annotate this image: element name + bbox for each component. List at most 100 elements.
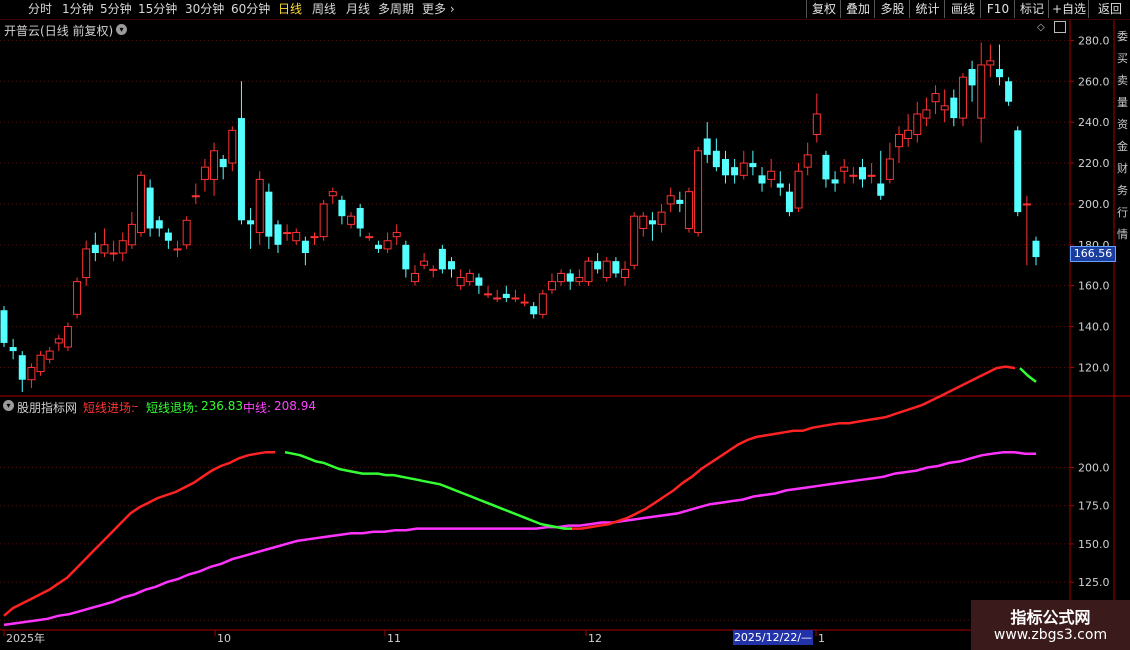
toolbar-button-4[interactable]: 画线: [944, 0, 981, 18]
candle-body: [338, 199, 346, 217]
candle-body: [940, 105, 949, 111]
candle-body: [885, 158, 894, 180]
candle-body: [547, 281, 556, 291]
toolbar-button-2[interactable]: 多股: [874, 0, 910, 18]
toolbar-button-3[interactable]: 统计: [909, 0, 945, 18]
candle-body: [721, 158, 729, 176]
chevron-down-icon[interactable]: ▾: [116, 24, 127, 35]
candle-body: [822, 154, 830, 180]
side-strip-char: 买: [1117, 52, 1128, 65]
diamond-icon[interactable]: ◇: [1037, 22, 1045, 33]
candle-body: [612, 261, 620, 274]
candle-body: [657, 211, 666, 225]
candle-body: [758, 175, 766, 184]
toolbar-button-5[interactable]: F10: [980, 0, 1015, 18]
x-tick-label: 10: [217, 632, 231, 645]
candle-body: [155, 220, 163, 229]
tab-period-5[interactable]: 60分钟: [231, 0, 270, 19]
candle-body: [703, 138, 711, 155]
candle-body: [484, 293, 493, 296]
tab-period-2[interactable]: 5分钟: [100, 0, 132, 19]
indicator-header: ▾ 股朋指标网 短线进场: - 短线退场: 236.83 中线: 208.94: [0, 398, 1070, 415]
settings-square-icon[interactable]: [1054, 21, 1066, 33]
tab-period-10[interactable]: 更多 ›: [422, 0, 455, 19]
candle-body: [237, 118, 245, 221]
candle-body: [931, 93, 940, 103]
y-tick-label: 140.0: [1078, 321, 1110, 334]
entry-line-segment: [572, 365, 1016, 530]
candle-body: [1022, 203, 1031, 206]
candle-body: [392, 232, 401, 238]
candle-body: [621, 268, 630, 279]
candle-body: [712, 150, 720, 168]
candle-body: [9, 347, 17, 352]
toolbar-button-8[interactable]: 返回: [1088, 0, 1130, 18]
candle-body: [191, 195, 200, 198]
side-strip-char: 情: [1117, 228, 1128, 241]
exit-line-segment: [1019, 367, 1037, 383]
candle-body: [602, 260, 611, 279]
candle-body: [82, 248, 91, 279]
x-tick-label: 11: [387, 632, 401, 645]
candle-body: [922, 109, 931, 119]
candle-body: [73, 281, 82, 315]
toolbar-button-1[interactable]: 叠加: [840, 0, 875, 18]
chart-mode: (日线 前复权): [40, 24, 114, 38]
y-tick-label: 280.0: [1078, 34, 1110, 47]
period-toolbar: 分时 1分钟 5分钟 15分钟 30分钟 60分钟 日线 周线 月线 多周期 更多 › 复权 叠加 多股统…: [0, 0, 1130, 20]
y-tick-label: 240.0: [1078, 116, 1110, 129]
candle-body: [410, 272, 419, 283]
chevron-down-icon[interactable]: ▾: [3, 400, 14, 411]
candle-body: [91, 244, 99, 253]
candle-body: [950, 97, 958, 119]
tab-period-3[interactable]: 15分钟: [138, 0, 177, 19]
candle-body: [274, 224, 282, 245]
candle-body: [127, 223, 136, 246]
candle-body: [739, 162, 748, 176]
candle-body: [63, 326, 72, 348]
candle-body: [118, 240, 127, 254]
y-tick-label: 260.0: [1078, 75, 1110, 88]
candle-body: [365, 236, 374, 239]
candle-body: [785, 191, 793, 213]
candle-body: [767, 170, 776, 180]
candle-body: [584, 260, 593, 283]
tab-period-4[interactable]: 30分钟: [185, 0, 224, 19]
candle-body: [374, 244, 382, 249]
candle-body: [493, 297, 502, 300]
candle-body: [45, 350, 54, 360]
mid-line: [3, 450, 1036, 627]
candle-body: [849, 174, 858, 177]
tab-period-7[interactable]: 周线: [312, 0, 336, 19]
candle-body: [136, 174, 145, 234]
candle-body: [995, 69, 1003, 78]
tab-period-6[interactable]: 日线: [278, 0, 302, 19]
candle-body: [255, 178, 264, 234]
candle-body: [27, 366, 36, 381]
candle-body: [594, 261, 602, 270]
crosshair-date: 2025/12/22/—: [733, 630, 813, 645]
candle-body: [402, 244, 410, 270]
toolbar-button-6[interactable]: 标记: [1014, 0, 1049, 18]
x-tick-label: 2025年: [6, 631, 45, 645]
indicator-y-label: 175.0: [1078, 500, 1110, 513]
candle-body: [292, 232, 301, 242]
candle-body: [0, 310, 8, 343]
chart-canvas[interactable]: 280.0260.0240.0220.0200.0180.0160.0140.0…: [0, 0, 1130, 650]
candle-body: [173, 248, 182, 251]
toolbar-button-0[interactable]: 复权: [806, 0, 841, 18]
candle-body: [904, 129, 913, 140]
y-tick-label: 220.0: [1078, 157, 1110, 170]
tab-period-8[interactable]: 月线: [346, 0, 370, 19]
candle-body: [895, 133, 904, 148]
tab-period-1[interactable]: 1分钟: [62, 0, 94, 19]
tab-period-0[interactable]: 分时: [28, 0, 52, 19]
candle-body: [958, 76, 967, 119]
toolbar-button-7[interactable]: +自选: [1048, 0, 1089, 18]
mid-label: 中线:: [243, 401, 272, 415]
entry-value: -: [134, 399, 139, 413]
candle-body: [228, 129, 237, 164]
candle-body: [557, 272, 566, 283]
tab-period-9[interactable]: 多周期: [378, 0, 414, 19]
candle-body: [182, 219, 191, 246]
